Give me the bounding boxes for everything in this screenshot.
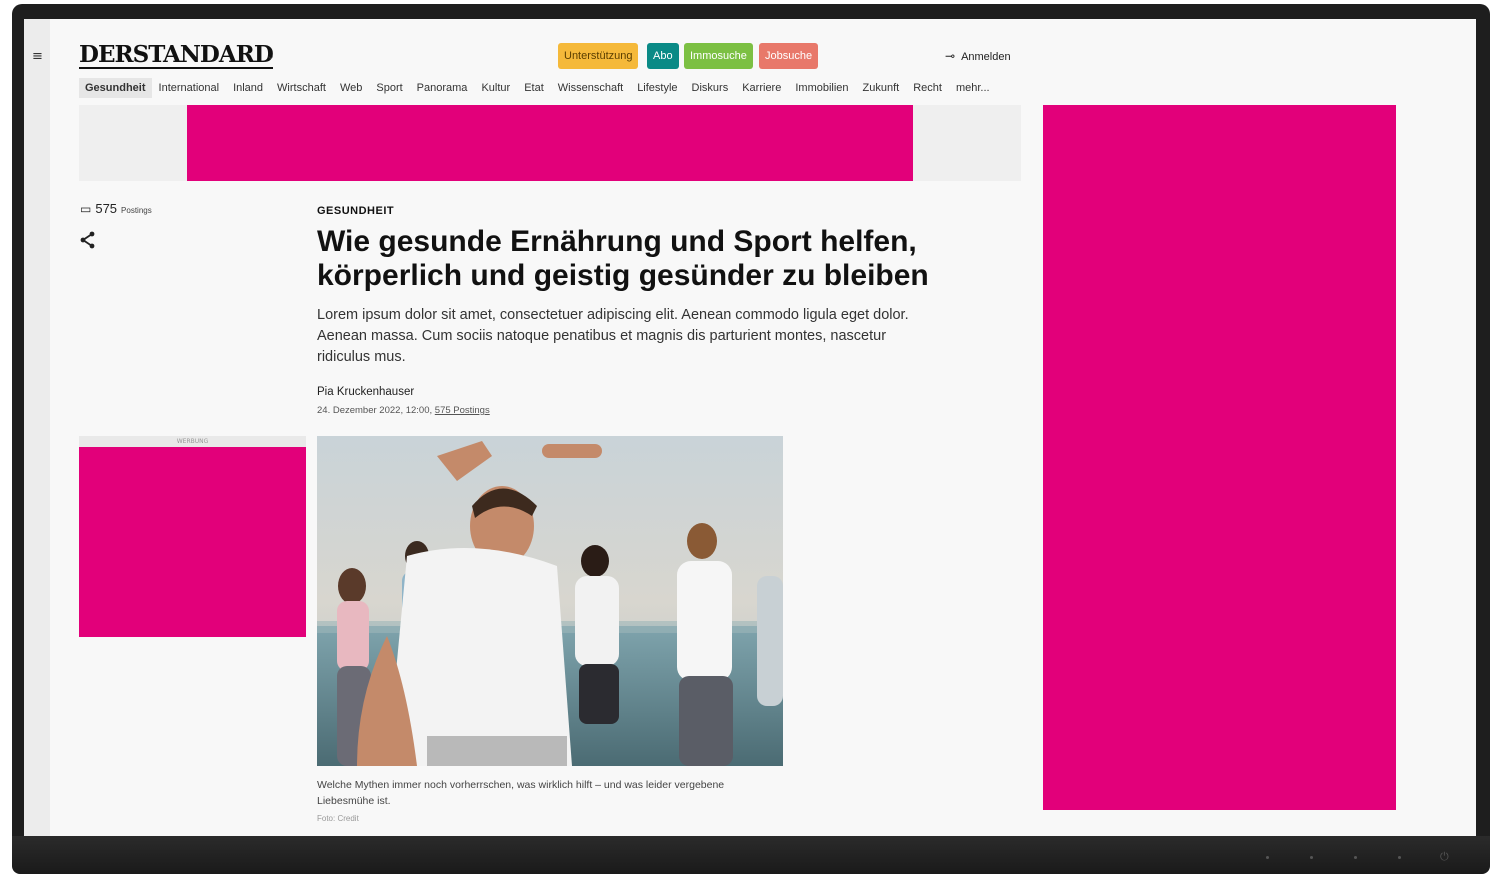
nav-item-international[interactable]: International [152, 78, 227, 98]
power-icon: ⏻ [1440, 850, 1449, 863]
section-nav: Gesundheit International Inland Wirtscha… [79, 77, 997, 99]
nav-item-panorama[interactable]: Panorama [410, 78, 475, 98]
article-lede: Lorem ipsum dolor sit amet, consectetuer… [317, 307, 909, 365]
immo-search-button[interactable]: Immosuche [684, 43, 753, 69]
job-search-button[interactable]: Jobsuche [759, 43, 819, 69]
postings-count-label: Postings [121, 206, 152, 215]
ad-banner-top[interactable] [187, 105, 913, 181]
browser-screen: ≡ DERSTANDARD ⌄ Unterstützung Abo Immosu… [24, 19, 1476, 836]
comment-icon: ▭ [80, 202, 92, 216]
ad-label: WERBUNG [79, 436, 306, 447]
article-headline: Wie gesunde Ernährung und Sport helfen, … [317, 225, 929, 292]
site-logo[interactable]: DERSTANDARD [79, 43, 274, 69]
share-icon[interactable] [79, 230, 97, 250]
nav-item-sport[interactable]: Sport [369, 78, 409, 98]
bezel-dot [1354, 856, 1357, 859]
nav-item-diskurs[interactable]: Diskurs [685, 78, 736, 98]
postings-count[interactable]: ▭ 575 Postings [80, 201, 152, 216]
photo-caption: Welche Mythen immer noch vorherrschen, w… [317, 779, 725, 807]
nav-item-lifestyle[interactable]: Lifestyle [630, 78, 684, 98]
left-rail [24, 19, 50, 836]
article-date: 24. Dezember 2022, 12:00, [317, 405, 433, 416]
nav-item-etat[interactable]: Etat [517, 78, 551, 98]
nav-item-mehr[interactable]: mehr... [949, 78, 997, 98]
photo-credit: Foto: Credit [317, 814, 359, 823]
nav-item-web[interactable]: Web [333, 78, 369, 98]
abo-button[interactable]: Abo [647, 43, 679, 69]
nav-item-inland[interactable]: Inland [226, 78, 270, 98]
key-icon: ⊸ [945, 49, 956, 63]
login-label: Anmelden [961, 51, 1011, 63]
nav-item-zukunft[interactable]: Zukunft [856, 78, 907, 98]
nav-item-wissenschaft[interactable]: Wissenschaft [551, 78, 630, 98]
ad-box-left[interactable] [79, 447, 306, 637]
ad-skyscraper-right[interactable] [1043, 105, 1396, 810]
monitor-bezel [12, 836, 1490, 874]
article-dateline: 24. Dezember 2022, 12:00, 575 Postings [317, 405, 490, 416]
login-button[interactable]: ⊸ Anmelden [945, 49, 1011, 63]
support-button[interactable]: Unterstützung [558, 43, 639, 69]
nav-item-recht[interactable]: Recht [906, 78, 949, 98]
postings-link[interactable]: 575 Postings [435, 405, 490, 416]
bezel-dot [1398, 856, 1401, 859]
postings-count-number: 575 [95, 201, 118, 216]
article-kicker[interactable]: GESUNDHEIT [317, 205, 394, 217]
bezel-dot [1266, 856, 1269, 859]
nav-item-kultur[interactable]: Kultur [474, 78, 517, 98]
article-photo [317, 436, 783, 766]
nav-item-immobilien[interactable]: Immobilien [788, 78, 855, 98]
chevron-down-icon[interactable]: ⌄ [266, 49, 275, 62]
nav-item-wirtschaft[interactable]: Wirtschaft [270, 78, 333, 98]
article-author[interactable]: Pia Kruckenhauser [317, 386, 414, 398]
hamburger-menu-icon[interactable]: ≡ [32, 49, 43, 64]
nav-item-gesundheit[interactable]: Gesundheit [79, 78, 152, 98]
bezel-dot [1310, 856, 1313, 859]
nav-item-karriere[interactable]: Karriere [735, 78, 788, 98]
